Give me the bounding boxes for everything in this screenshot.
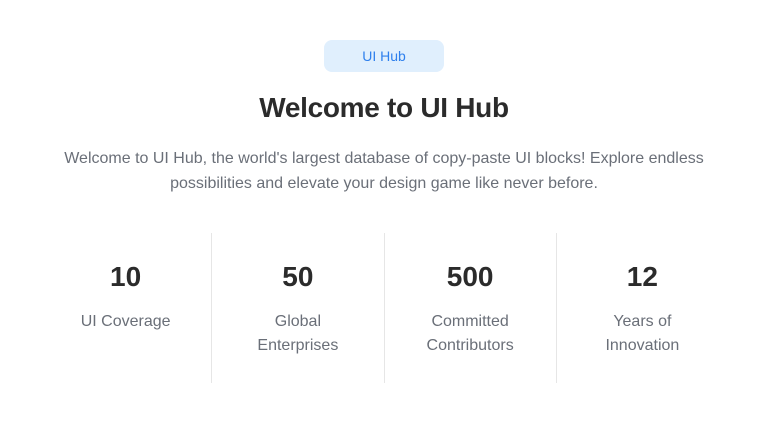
stats-row: 10 UI Coverage 50 Global Enterprises 500…	[40, 233, 728, 383]
stat-value: 500	[446, 261, 494, 292]
page-title: Welcome to UI Hub	[259, 92, 509, 123]
stat-label: Years of Innovation	[605, 313, 680, 354]
stat-label: UI Coverage	[80, 313, 171, 330]
stat-label: Global Enterprises	[257, 313, 339, 354]
stat-label: Committed Contributors	[426, 313, 514, 354]
stat-value: 50	[282, 261, 314, 292]
stat-years-of-innovation: 12 Years of Innovation	[557, 233, 728, 383]
stat-value: 10	[110, 261, 142, 292]
brand-badge: UI Hub	[324, 40, 444, 72]
stat-ui-coverage: 10 UI Coverage	[40, 233, 213, 383]
stat-value: 12	[626, 261, 658, 292]
page-subtitle: Welcome to UI Hub, the world's largest d…	[64, 150, 704, 192]
stat-global-enterprises: 50 Global Enterprises	[212, 233, 385, 383]
stat-committed-contributors: 500 Committed Contributors	[385, 233, 557, 383]
hero-section: UI Hub Welcome to UI Hub Welcome to UI H…	[0, 0, 768, 422]
